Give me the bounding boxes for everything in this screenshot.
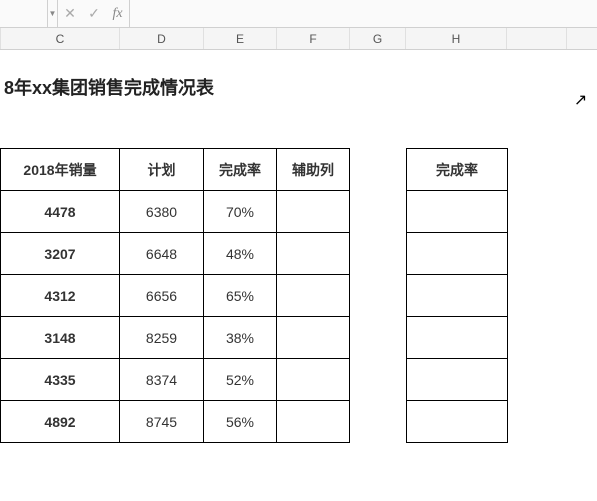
name-box[interactable] [0, 0, 48, 27]
cell-sales[interactable]: 3148 [1, 317, 120, 359]
side-header-rate[interactable]: 完成率 [407, 149, 508, 191]
cell-sales[interactable]: 3207 [1, 233, 120, 275]
header-rate[interactable]: 完成率 [204, 149, 277, 191]
cell-aux[interactable] [277, 233, 350, 275]
cancel-icon[interactable]: ✕ [58, 0, 82, 27]
formula-bar: ▼ ✕ ✓ fx [0, 0, 597, 28]
side-cell[interactable] [407, 401, 508, 443]
cell-aux[interactable] [277, 275, 350, 317]
name-box-dropdown-icon[interactable]: ▼ [48, 0, 58, 27]
cell-aux[interactable] [277, 401, 350, 443]
fx-icon[interactable]: fx [106, 0, 130, 27]
table-header-row: 2018年销量 计划 完成率 辅助列 [1, 149, 350, 191]
cell-rate[interactable]: 65% [204, 275, 277, 317]
col-header-f[interactable]: F [277, 28, 350, 49]
table-row: 4335837452% [1, 359, 350, 401]
table-row [407, 191, 508, 233]
cell-rate[interactable]: 56% [204, 401, 277, 443]
table-row: 4478638070% [1, 191, 350, 233]
header-aux[interactable]: 辅助列 [277, 149, 350, 191]
cell-aux[interactable] [277, 317, 350, 359]
col-header-h[interactable]: H [406, 28, 507, 49]
col-header-d[interactable]: D [120, 28, 204, 49]
side-cell[interactable] [407, 359, 508, 401]
side-table: 完成率 [406, 148, 508, 443]
cell-aux[interactable] [277, 359, 350, 401]
table-row: 3148825938% [1, 317, 350, 359]
side-cell[interactable] [407, 233, 508, 275]
side-cell[interactable] [407, 317, 508, 359]
cell-sales[interactable]: 4478 [1, 191, 120, 233]
col-header-e[interactable]: E [204, 28, 277, 49]
header-plan[interactable]: 计划 [120, 149, 204, 191]
side-cell[interactable] [407, 275, 508, 317]
table-row: 4312665665% [1, 275, 350, 317]
side-cell[interactable] [407, 191, 508, 233]
sheet-area[interactable]: ↖ 8年xx集团销售完成情况表 2018年销量 计划 完成率 辅助列 44786… [0, 50, 597, 443]
page-title: 8年xx集团销售完成情况表 [0, 74, 597, 100]
confirm-icon[interactable]: ✓ [82, 0, 106, 27]
cell-sales[interactable]: 4312 [1, 275, 120, 317]
table-row [407, 233, 508, 275]
table-row [407, 317, 508, 359]
table-gap [350, 148, 406, 443]
cell-plan[interactable]: 8374 [120, 359, 204, 401]
main-data-table: 2018年销量 计划 完成率 辅助列 4478638070%3207664848… [0, 148, 350, 443]
cell-rate[interactable]: 38% [204, 317, 277, 359]
cell-rate[interactable]: 52% [204, 359, 277, 401]
cell-plan[interactable]: 6656 [120, 275, 204, 317]
table-row: 3207664848% [1, 233, 350, 275]
cell-rate[interactable]: 48% [204, 233, 277, 275]
cell-plan[interactable]: 8745 [120, 401, 204, 443]
cell-aux[interactable] [277, 191, 350, 233]
side-header-row: 完成率 [407, 149, 508, 191]
cell-plan[interactable]: 8259 [120, 317, 204, 359]
col-header-c[interactable]: C [1, 28, 120, 49]
table-row [407, 359, 508, 401]
header-sales[interactable]: 2018年销量 [1, 149, 120, 191]
table-row: 4892874556% [1, 401, 350, 443]
column-headers: C D E F G H [0, 28, 597, 50]
table-row [407, 275, 508, 317]
cell-plan[interactable]: 6380 [120, 191, 204, 233]
table-row [407, 401, 508, 443]
col-header-i[interactable] [507, 28, 567, 49]
cell-sales[interactable]: 4892 [1, 401, 120, 443]
cell-plan[interactable]: 6648 [120, 233, 204, 275]
cell-sales[interactable]: 4335 [1, 359, 120, 401]
cell-rate[interactable]: 70% [204, 191, 277, 233]
mouse-cursor-icon: ↖ [574, 90, 587, 110]
formula-input[interactable] [130, 0, 597, 27]
col-header-g[interactable]: G [350, 28, 406, 49]
